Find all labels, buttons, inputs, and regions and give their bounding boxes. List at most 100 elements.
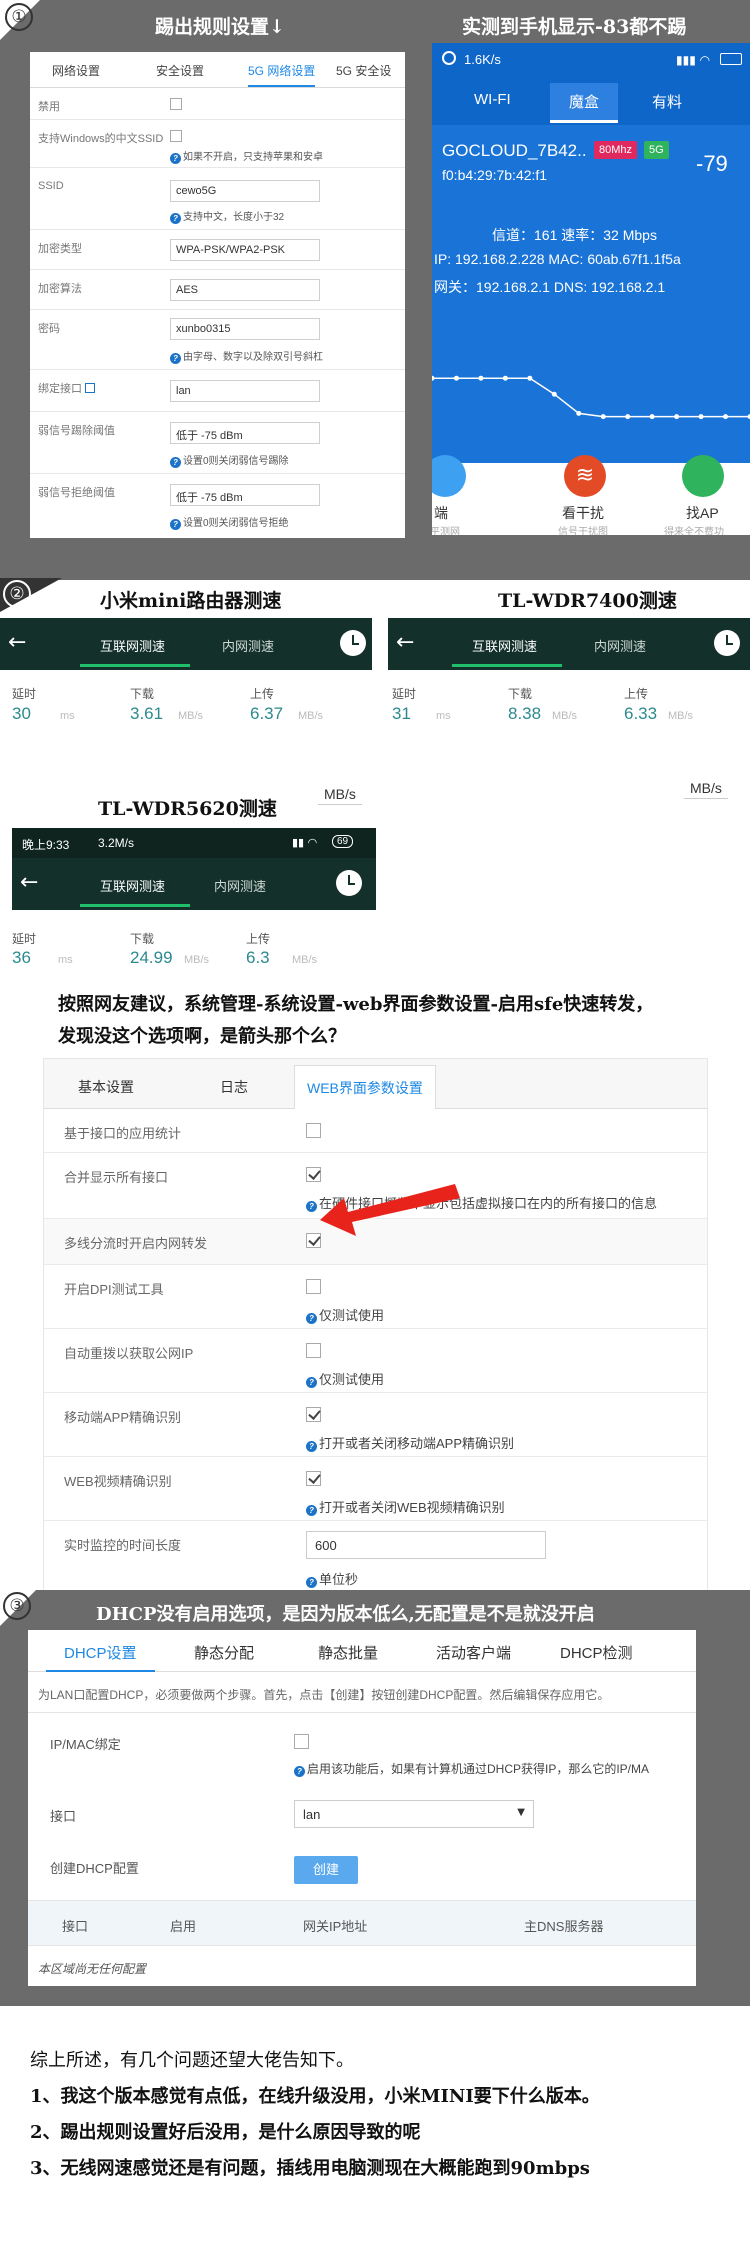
latency-value-xiaomi: 30 bbox=[12, 704, 31, 723]
password-input[interactable]: xunbo0315 bbox=[170, 318, 320, 340]
label-encryption-type: 加密类型 bbox=[38, 243, 82, 255]
ap-gateway-dns: 网关：192.168.2.1 DNS: 192.168.2.1 bbox=[434, 279, 666, 295]
tab-internet-speedtest-xiaomi[interactable]: 互联网测速 bbox=[100, 636, 165, 655]
help-icon: ? bbox=[306, 1313, 317, 1324]
active-tab-indicator bbox=[80, 664, 190, 667]
hint-weak-reject-threshold: ? 设置0则关闭弱信号拒绝 bbox=[170, 514, 289, 530]
label-encryption-algorithm: 加密算法 bbox=[38, 283, 82, 295]
mbs-label-left: MB/s bbox=[318, 786, 362, 805]
tab-5g-network-settings[interactable]: 5G 网络设置 bbox=[248, 62, 316, 87]
upload-label: 上传 bbox=[624, 687, 649, 701]
label-password: 密码 bbox=[38, 323, 60, 335]
signal-point bbox=[625, 414, 631, 420]
tab-active-clients[interactable]: 活动客户端 bbox=[436, 1642, 511, 1663]
tab-wifi[interactable]: WI-FI bbox=[474, 91, 511, 108]
bind-interface-select[interactable]: lan bbox=[170, 380, 320, 402]
col-interface: 接口 bbox=[62, 1919, 89, 1934]
latency-label: 延时 bbox=[392, 687, 417, 701]
checkbox-dpi-test-tool[interactable] bbox=[306, 1279, 321, 1294]
upload-unit: MB/s bbox=[292, 954, 318, 966]
monitor-duration-input[interactable]: 600 bbox=[306, 1531, 546, 1559]
tool-interference-label: 看干扰 bbox=[562, 505, 604, 521]
tab-lan-speedtest-xiaomi[interactable]: 内网测速 bbox=[222, 636, 274, 655]
history-clock-icon[interactable] bbox=[340, 630, 366, 656]
tab-youliao[interactable]: 有料 bbox=[652, 91, 682, 112]
checkbox-mobile-app-recognition[interactable] bbox=[306, 1407, 321, 1422]
router-wifi-settings-panel: 网络设置 安全设置 5G 网络设置 5G 安全设 禁用 支持Windows的中文… bbox=[30, 52, 405, 538]
weak-kick-threshold-input[interactable]: 低于 -75 dBm bbox=[170, 422, 320, 444]
checkbox-merge-interfaces[interactable] bbox=[306, 1167, 321, 1182]
download-unit: MB/s bbox=[552, 710, 578, 722]
checkbox-disable[interactable] bbox=[170, 98, 182, 110]
tool-find-ap[interactable]: 找AP 得来全不费功 bbox=[662, 455, 750, 535]
hint-auto-redial: ? 仅测试使用 bbox=[306, 1369, 384, 1388]
ssid-input[interactable]: cewo5G bbox=[170, 180, 320, 202]
encryption-type-select[interactable]: WPA-PSK/WPA2-PSK bbox=[170, 239, 320, 261]
history-clock-icon[interactable] bbox=[336, 870, 362, 896]
tab-network-settings[interactable]: 网络设置 bbox=[52, 62, 100, 79]
tab-static-allocation[interactable]: 静态分配 bbox=[194, 1642, 254, 1663]
download-unit: MB/s bbox=[178, 710, 204, 722]
tab-web-interface-params[interactable]: WEB界面参数设置 bbox=[294, 1065, 436, 1109]
checkbox-ipmac-bind[interactable] bbox=[294, 1734, 309, 1749]
tab-internet-speedtest-wdr7400[interactable]: 互联网测速 bbox=[472, 636, 537, 655]
checkbox-web-video-recognition[interactable] bbox=[306, 1471, 321, 1486]
row-interface-app-stats: 基于接口的应用统计 bbox=[44, 1109, 707, 1153]
tab-magic-box[interactable]: 魔盒 bbox=[550, 83, 618, 123]
tab-internet-speedtest-wdr5620[interactable]: 互联网测速 bbox=[100, 876, 165, 895]
back-arrow-icon[interactable]: ← bbox=[20, 870, 38, 895]
create-button[interactable]: 创建 bbox=[294, 1856, 358, 1884]
ap-rssi: -79 bbox=[696, 151, 728, 176]
label-weak-kick-threshold: 弱信号踢除阈值 bbox=[38, 425, 115, 437]
edit-icon[interactable] bbox=[85, 383, 96, 393]
encryption-algorithm-select[interactable]: AES bbox=[170, 279, 320, 301]
help-icon: ? bbox=[294, 1766, 305, 1777]
checkbox-windows-ssid[interactable] bbox=[170, 130, 182, 142]
phone-wifi-magic-box-app: 1.6K/s ▮▮▮ ◠ WI-FI 魔盒 有料 GOCLOUD_7B42.. … bbox=[432, 43, 750, 535]
back-arrow-icon[interactable]: ← bbox=[8, 630, 26, 655]
download-unit: MB/s bbox=[184, 954, 210, 966]
phone-status-bar: 1.6K/s ▮▮▮ ◠ bbox=[432, 43, 750, 77]
row-create-dhcp: 创建DHCP配置 创建 bbox=[28, 1844, 696, 1900]
tab-lan-speedtest-wdr7400[interactable]: 内网测速 bbox=[594, 636, 646, 655]
interface-select[interactable]: lan ▼ bbox=[294, 1800, 534, 1828]
red-arrow-annotation bbox=[320, 1184, 460, 1236]
checkbox-auto-redial[interactable] bbox=[306, 1343, 321, 1358]
checkbox-interface-app-stats[interactable] bbox=[306, 1123, 321, 1138]
row-encryption-type: 加密类型 WPA-PSK/WPA2-PSK bbox=[30, 230, 405, 270]
signal-point bbox=[674, 414, 680, 420]
row-monitor-duration: 实时监控的时间长度 600 ? 单位秒 bbox=[44, 1521, 707, 1595]
help-icon: ? bbox=[170, 213, 181, 224]
help-icon: ? bbox=[306, 1441, 317, 1452]
tab-basic-settings[interactable]: 基本设置 bbox=[78, 1077, 134, 1097]
help-icon: ? bbox=[306, 1201, 317, 1212]
tab-lan-speedtest-wdr5620[interactable]: 内网测速 bbox=[214, 876, 266, 895]
tab-static-batch[interactable]: 静态批量 bbox=[318, 1642, 378, 1663]
hint-weak-kick-threshold: ? 设置0则关闭弱信号踢除 bbox=[170, 452, 289, 468]
back-arrow-icon[interactable]: ← bbox=[396, 630, 414, 655]
label-create-dhcp: 创建DHCP配置 bbox=[50, 1861, 139, 1876]
history-clock-icon[interactable] bbox=[714, 630, 740, 656]
weak-reject-threshold-input[interactable]: 低于 -75 dBm bbox=[170, 484, 320, 506]
signal-point bbox=[576, 410, 582, 416]
tab-dhcp-settings[interactable]: DHCP设置 bbox=[46, 1630, 155, 1672]
question-line-1: 按照网友建议，系统管理-系统设置-web界面参数设置-启用sfe快速转发， bbox=[58, 994, 654, 1015]
tab-security-settings[interactable]: 安全设置 bbox=[156, 62, 204, 79]
help-icon: ? bbox=[306, 1377, 317, 1388]
wdr5620-status-time: 晚上9:33 bbox=[22, 838, 70, 852]
tab-5g-security-settings[interactable]: 5G 安全设 bbox=[336, 62, 391, 79]
tab-log[interactable]: 日志 bbox=[220, 1077, 248, 1097]
tab-dhcp-detect[interactable]: DHCP检测 bbox=[560, 1642, 633, 1663]
signal-point bbox=[502, 375, 508, 381]
hint-mobile-app-recognition: ? 打开或者关闭移动端APP精确识别 bbox=[306, 1433, 514, 1452]
section3-number: ③ bbox=[3, 1592, 31, 1620]
tool-interference[interactable]: ≋ 看干扰 信号干扰图 bbox=[532, 455, 642, 535]
upload-unit: MB/s bbox=[298, 710, 324, 722]
label-auto-redial: 自动重拨以获取公网IP bbox=[64, 1346, 194, 1361]
phone-ap-info: GOCLOUD_7B42.. 80Mhz 5G -79 f0:b4:29:7b:… bbox=[432, 125, 750, 323]
checkbox-multiline-lan-forward[interactable] bbox=[306, 1233, 321, 1248]
section3-title: DHCP没有启用选项，是因为版本低么,无配置是不是就没开启 bbox=[96, 1604, 595, 1625]
signal-point bbox=[649, 414, 655, 420]
tool-speedtest[interactable]: 端 平测网 bbox=[432, 455, 482, 535]
row-disable: 禁用 bbox=[30, 88, 405, 120]
